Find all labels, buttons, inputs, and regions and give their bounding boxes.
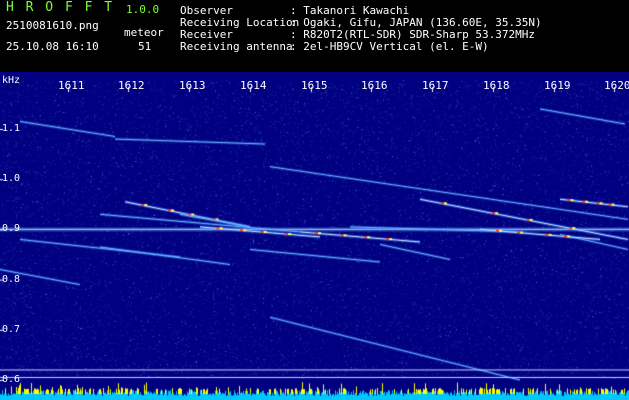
x-tick-label: 1619 <box>544 79 571 92</box>
x-tick-label: 1615 <box>301 79 328 92</box>
x-tick-label: 1618 <box>483 79 510 92</box>
x-tick-label: 1620 <box>604 79 629 92</box>
spectrogram-canvas <box>0 72 629 400</box>
meteor-label: meteor <box>124 26 164 39</box>
x-tick-label: 1612 <box>118 79 145 92</box>
y-tick-label: 1.1 <box>2 123 21 134</box>
y-tick-label: 0.6 <box>2 374 21 385</box>
app-version: 1.0.0 <box>126 3 160 16</box>
y-tick-label: 0.9 <box>2 223 21 235</box>
app-title: H R O F F T <box>6 0 115 15</box>
antenna-label: Receiving antenna <box>180 40 293 53</box>
y-tick-label: 0.7 <box>2 323 21 335</box>
antenna-value: : 2el-HB9CV Vertical (el. E-W) <box>290 40 489 53</box>
x-tick-label: 1613 <box>179 79 206 92</box>
y-tick-label: 0.8 <box>2 273 21 285</box>
x-tick-label: 1617 <box>422 79 449 92</box>
x-tick-label: 1611 <box>58 79 85 92</box>
header-panel: H R O F F T 1.0.0 2510081610.png meteor … <box>0 0 629 72</box>
date-time: 25.10.08 16:10 <box>6 40 99 53</box>
meteor-count: 51 <box>138 40 152 53</box>
x-tick-label: 1614 <box>240 79 267 92</box>
y-axis-unit-label: kHz <box>2 75 21 86</box>
x-tick-label: 1616 <box>361 79 388 92</box>
y-tick-label: 1.0 <box>2 173 21 185</box>
file-name: 2510081610.png <box>6 19 99 32</box>
